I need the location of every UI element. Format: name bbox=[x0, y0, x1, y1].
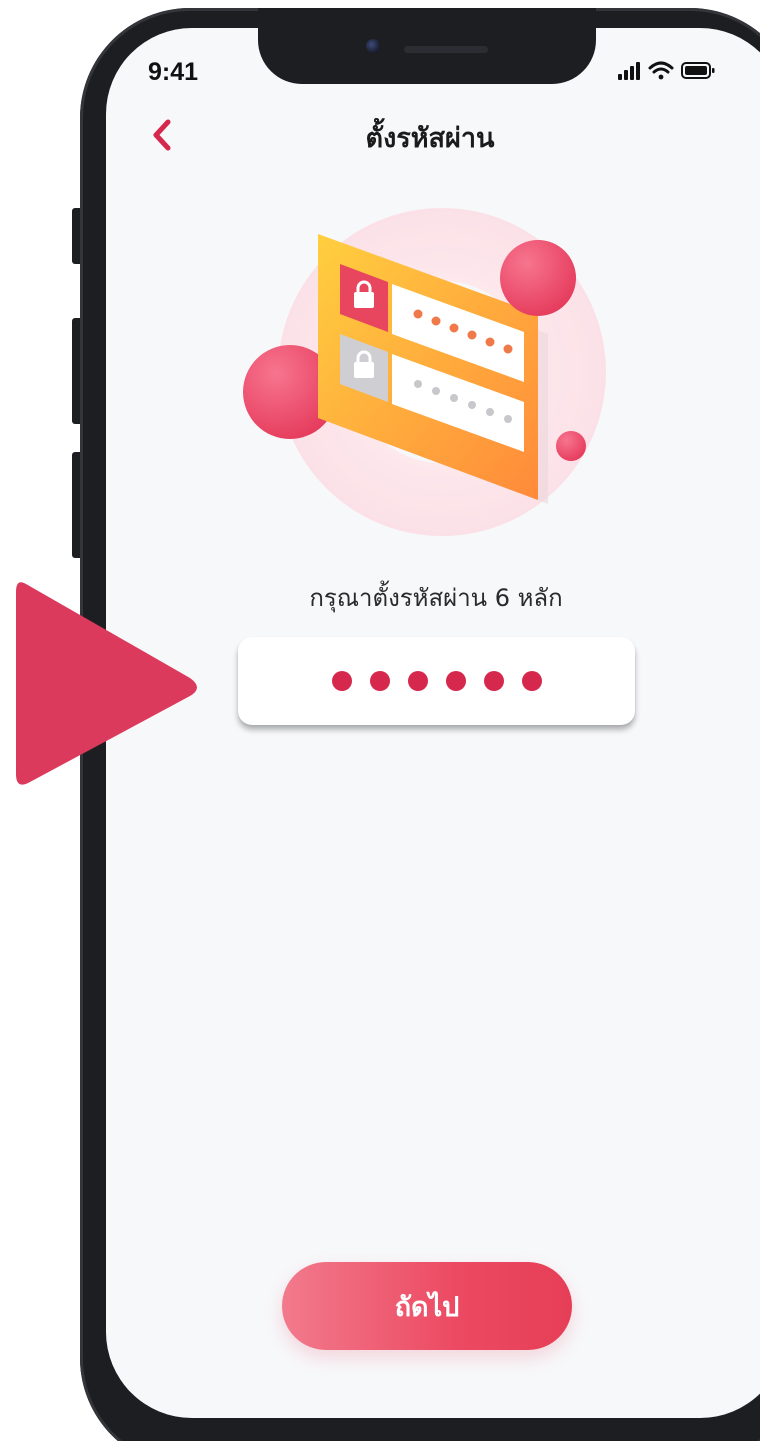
decor-ball-small bbox=[556, 431, 586, 461]
chevron-left-icon bbox=[153, 119, 171, 151]
status-icons bbox=[618, 61, 715, 80]
next-button[interactable]: ถัดไป bbox=[282, 1262, 572, 1350]
status-time: 9:41 bbox=[148, 58, 199, 86]
page-title: ตั้งรหัสผ่าน bbox=[365, 123, 495, 154]
battery-icon bbox=[681, 62, 715, 79]
next-button-label: ถัดไป bbox=[394, 1291, 460, 1323]
pin-input[interactable] bbox=[238, 637, 635, 725]
password-lock-illustration bbox=[243, 208, 606, 536]
pin-dot bbox=[483, 671, 504, 691]
pin-dot bbox=[521, 671, 542, 691]
wifi-icon bbox=[648, 61, 674, 80]
earpiece-speaker bbox=[404, 46, 488, 53]
pin-dot bbox=[445, 671, 466, 691]
front-camera bbox=[366, 39, 380, 53]
mockup-stage: 9:41 ตั้งรหัสผ่าน กรุณาตั้งรหัสผ่าน 6 หล… bbox=[0, 0, 760, 1441]
pin-dot bbox=[407, 671, 428, 691]
pin-dot bbox=[369, 671, 390, 691]
decor-ball-top-right bbox=[500, 240, 576, 316]
pin-prompt: กรุณาตั้งรหัสผ่าน 6 หลัก bbox=[309, 584, 563, 612]
pin-dot bbox=[331, 671, 352, 691]
back-button[interactable] bbox=[146, 116, 182, 156]
cellular-signal-icon bbox=[618, 62, 640, 80]
play-arrow-icon bbox=[16, 582, 197, 785]
